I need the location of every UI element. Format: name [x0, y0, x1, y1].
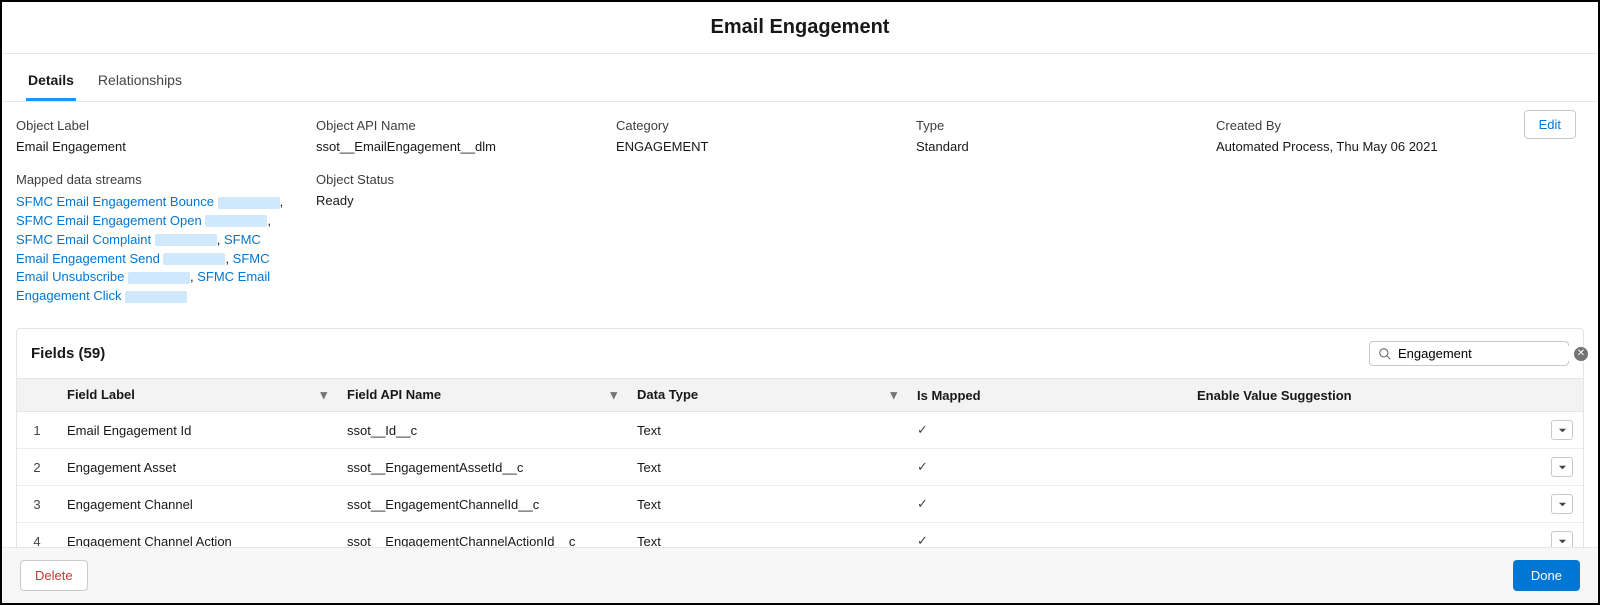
row-action-menu[interactable]: [1551, 420, 1573, 440]
row-is-mapped: ✓: [907, 523, 1187, 547]
redacted-text: [163, 253, 225, 265]
type-label: Type: [916, 118, 1216, 133]
fields-title: Fields (59): [31, 345, 105, 362]
stream-link[interactable]: SFMC Email Engagement Open: [16, 213, 202, 228]
check-icon: ✓: [917, 459, 928, 474]
redacted-text: [125, 291, 187, 303]
col-api-name[interactable]: Field API Name ▾: [337, 379, 627, 412]
meta-row-1: Object Label Email Engagement Object API…: [2, 102, 1598, 164]
check-icon: ✓: [917, 533, 928, 547]
row-number: 4: [17, 523, 57, 547]
chevron-down-icon: ▾: [610, 387, 617, 403]
row-data-type: Text: [627, 486, 907, 523]
row-action-menu[interactable]: [1551, 457, 1573, 477]
object-label-value: Email Engagement: [16, 139, 316, 154]
table-row: 1Email Engagement Idssot__Id__cText ✓: [17, 412, 1583, 449]
done-button[interactable]: Done: [1513, 560, 1580, 591]
table-row: 3Engagement Channelssot__EngagementChann…: [17, 486, 1583, 523]
row-action-menu[interactable]: [1551, 531, 1573, 547]
row-field-label: Engagement Channel: [57, 486, 337, 523]
caret-down-icon: [1558, 463, 1567, 472]
type-value: Standard: [916, 139, 1216, 154]
col-is-mapped[interactable]: Is Mapped: [907, 379, 1187, 412]
fields-search-input[interactable]: [1392, 346, 1574, 361]
meta-row-2: Mapped data streams SFMC Email Engagemen…: [2, 164, 1598, 324]
row-field-label: Email Engagement Id: [57, 412, 337, 449]
search-icon: [1378, 347, 1392, 361]
fields-count: 59: [84, 345, 101, 362]
object-label-label: Object Label: [16, 118, 316, 133]
edit-button[interactable]: Edit: [1524, 110, 1576, 139]
redacted-text: [218, 197, 280, 209]
row-is-mapped: ✓: [907, 449, 1187, 486]
mapped-streams-list: SFMC Email Engagement Bounce , SFMC Emai…: [16, 193, 296, 306]
api-name-label: Object API Name: [316, 118, 616, 133]
col-data-type[interactable]: Data Type ▾: [627, 379, 907, 412]
chevron-down-icon: ▾: [320, 387, 327, 403]
row-number: 2: [17, 449, 57, 486]
row-api-name: ssot__EngagementChannelId__c: [337, 486, 627, 523]
row-enable-value-suggestion: [1187, 523, 1541, 547]
caret-down-icon: [1558, 537, 1567, 546]
redacted-text: [155, 234, 217, 246]
fields-title-prefix: Fields: [31, 345, 74, 362]
caret-down-icon: [1558, 426, 1567, 435]
chevron-down-icon: ▾: [890, 387, 897, 403]
stream-link[interactable]: SFMC Email Engagement Bounce: [16, 194, 214, 209]
category-label: Category: [616, 118, 916, 133]
row-enable-value-suggestion: [1187, 449, 1541, 486]
row-field-label: Engagement Asset: [57, 449, 337, 486]
caret-down-icon: [1558, 500, 1567, 509]
tab-relationships[interactable]: Relationships: [96, 66, 184, 101]
object-status-value: Ready: [316, 193, 616, 208]
row-api-name: ssot__EngagementAssetId__c: [337, 449, 627, 486]
row-data-type: Text: [627, 412, 907, 449]
tabs: Details Relationships: [2, 54, 1598, 102]
row-number: 1: [17, 412, 57, 449]
row-is-mapped: ✓: [907, 412, 1187, 449]
table-row: 4Engagement Channel Actionssot__Engageme…: [17, 523, 1583, 547]
delete-button[interactable]: Delete: [20, 560, 88, 591]
fields-search[interactable]: ✕: [1369, 341, 1569, 366]
clear-search-icon[interactable]: ✕: [1574, 347, 1588, 361]
api-name-value: ssot__EmailEngagement__dlm: [316, 139, 616, 154]
check-icon: ✓: [917, 496, 928, 511]
mapped-streams-label: Mapped data streams: [16, 172, 316, 187]
row-data-type: Text: [627, 449, 907, 486]
row-api-name: ssot__Id__c: [337, 412, 627, 449]
row-data-type: Text: [627, 523, 907, 547]
col-number: [17, 379, 57, 412]
check-icon: ✓: [917, 422, 928, 437]
fields-panel: Fields (59) ✕ Field Label ▾: [16, 328, 1584, 547]
category-value: ENGAGEMENT: [616, 139, 916, 154]
redacted-text: [128, 272, 190, 284]
page-title: Email Engagement: [2, 2, 1598, 54]
row-action-menu[interactable]: [1551, 494, 1573, 514]
row-is-mapped: ✓: [907, 486, 1187, 523]
redacted-text: [205, 215, 267, 227]
tab-details[interactable]: Details: [26, 66, 76, 101]
created-by-value: Automated Process, Thu May 06 2021: [1216, 139, 1584, 154]
fields-table: Field Label ▾ Field API Name ▾ Data Type…: [17, 378, 1583, 547]
col-actions: [1541, 379, 1583, 412]
row-enable-value-suggestion: [1187, 412, 1541, 449]
footer: Delete Done: [2, 547, 1598, 603]
stream-link[interactable]: SFMC Email Complaint: [16, 232, 151, 247]
row-number: 3: [17, 486, 57, 523]
table-row: 2Engagement Assetssot__EngagementAssetId…: [17, 449, 1583, 486]
col-field-label[interactable]: Field Label ▾: [57, 379, 337, 412]
row-api-name: ssot__EngagementChannelActionId__c: [337, 523, 627, 547]
col-enable-value-suggestion[interactable]: Enable Value Suggestion: [1187, 379, 1541, 412]
row-field-label: Engagement Channel Action: [57, 523, 337, 547]
row-enable-value-suggestion: [1187, 486, 1541, 523]
object-status-label: Object Status: [316, 172, 616, 187]
